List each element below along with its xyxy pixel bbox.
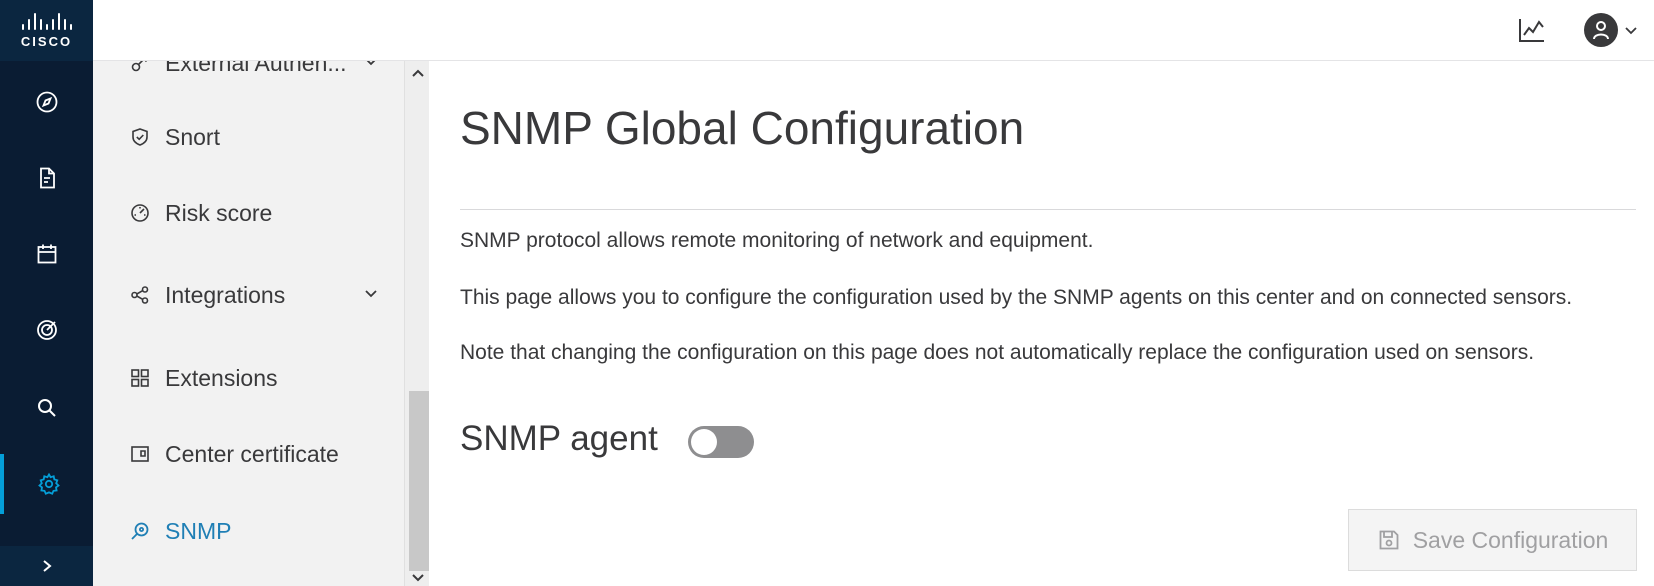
save-button-label: Save Configuration xyxy=(1412,526,1609,553)
title-divider xyxy=(460,209,1636,210)
shield-check-icon xyxy=(129,126,151,148)
submenu-item-label: External Authen... xyxy=(165,61,347,76)
chevron-up-icon xyxy=(412,69,424,77)
description-paragraph-1: SNMP protocol allows remote monitoring o… xyxy=(460,229,1094,252)
toggle-knob xyxy=(691,429,717,455)
rail-expand-button[interactable] xyxy=(0,546,93,586)
cisco-logo-bars xyxy=(21,12,72,30)
submenu-item-center-certificate[interactable]: Center certificate xyxy=(93,424,403,484)
user-menu-button[interactable] xyxy=(1576,8,1646,52)
left-nav-rail: CISCO xyxy=(0,0,93,586)
rail-item-reports[interactable] xyxy=(0,148,93,208)
chevron-down-icon xyxy=(412,574,424,582)
submenu-item-extensions[interactable]: Extensions xyxy=(93,348,403,408)
chevron-right-icon xyxy=(42,560,52,572)
submenu-item-label: Extensions xyxy=(165,364,278,391)
submenu-item-label: Center certificate xyxy=(165,440,339,467)
share-nodes-icon xyxy=(129,284,151,306)
target-icon xyxy=(36,320,57,340)
user-avatar-icon xyxy=(1584,13,1618,47)
submenu-item-label: Snort xyxy=(165,123,220,150)
snmp-search-icon xyxy=(129,520,151,542)
rail-item-admin[interactable] xyxy=(0,454,93,514)
document-icon xyxy=(39,167,55,189)
chevron-down-icon xyxy=(363,285,379,306)
description-paragraph-2: This page allows you to configure the co… xyxy=(460,286,1573,309)
submenu-item-snort[interactable]: Snort xyxy=(93,107,403,167)
chevron-down-icon xyxy=(363,61,379,74)
compass-icon xyxy=(36,91,57,113)
page-title: SNMP Global Configuration xyxy=(460,102,1025,154)
main-content: SNMP Global Configuration SNMP protocol … xyxy=(429,61,1654,586)
certificate-icon xyxy=(129,443,151,465)
scroll-down-arrow[interactable] xyxy=(408,569,428,586)
cisco-logo-text: CISCO xyxy=(20,34,73,49)
submenu-item-label: Integrations xyxy=(165,281,286,308)
gear-icon xyxy=(37,472,60,495)
submenu-item-integrations[interactable]: Integrations xyxy=(93,265,403,325)
search-icon xyxy=(37,399,56,417)
top-bar xyxy=(93,0,1654,61)
scrollbar-thumb[interactable] xyxy=(409,391,429,571)
gauge-icon xyxy=(129,202,151,224)
save-icon xyxy=(1379,530,1399,550)
rail-item-events[interactable] xyxy=(0,224,93,284)
rail-item-monitoring[interactable] xyxy=(0,300,93,360)
submenu-item-label: Risk score xyxy=(165,199,273,226)
scroll-up-arrow[interactable] xyxy=(408,64,428,82)
save-configuration-button[interactable]: Save Configuration xyxy=(1348,509,1637,571)
submenu-item-label: SNMP xyxy=(165,517,232,544)
snmp-agent-toggle[interactable] xyxy=(688,426,754,458)
key-icon xyxy=(129,61,151,74)
admin-submenu: External Authen... Snort Risk score Inte… xyxy=(93,61,429,586)
rail-item-search[interactable] xyxy=(0,378,93,438)
submenu-item-risk-score[interactable]: Risk score xyxy=(93,183,403,243)
rail-item-explore[interactable] xyxy=(0,72,93,132)
calendar-icon xyxy=(37,244,56,264)
submenu-item-external-authentication[interactable]: External Authen... xyxy=(93,61,403,93)
grid-icon xyxy=(129,367,151,389)
statistics-button[interactable] xyxy=(1510,8,1554,52)
submenu-item-snmp[interactable]: SNMP xyxy=(93,501,403,561)
chevron-down-icon xyxy=(1625,27,1637,35)
line-chart-icon xyxy=(1519,19,1544,42)
submenu-scrollbar[interactable] xyxy=(404,61,429,586)
description-paragraph-3: Note that changing the configuration on … xyxy=(460,341,1535,364)
snmp-agent-label: SNMP agent xyxy=(460,419,658,458)
cisco-logo[interactable]: CISCO xyxy=(0,0,93,61)
